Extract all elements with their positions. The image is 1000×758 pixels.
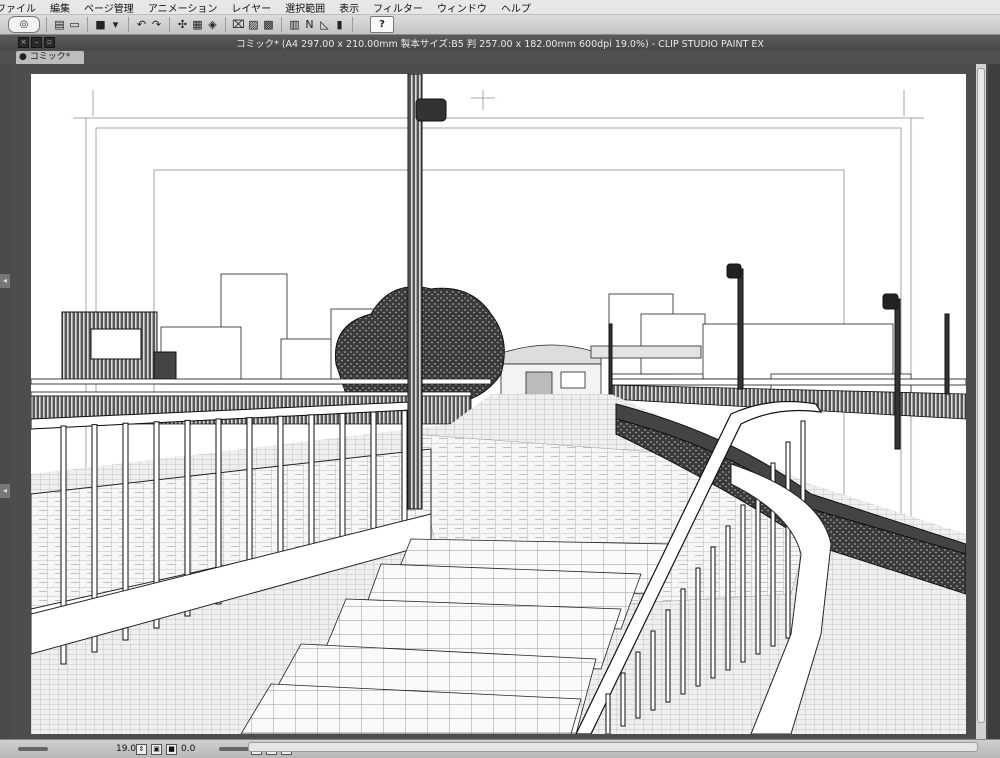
clear-icon[interactable]: ▨ — [247, 17, 260, 32]
menu-item[interactable]: アニメーション — [141, 0, 225, 15]
railing-post — [339, 412, 346, 557]
toolbar-separator — [169, 17, 170, 32]
snap-special-ruler-icon[interactable]: ▮ — [333, 17, 346, 32]
railing-post — [665, 609, 671, 703]
railing-post — [605, 693, 611, 734]
fit-icon[interactable]: ▣ — [151, 743, 162, 755]
redo-icon[interactable]: ↷ — [150, 17, 163, 32]
menu-item[interactable]: レイヤー — [224, 0, 278, 15]
window-titlebar: コミック* (A4 297.00 x 210.00mm 製本サイズ:B5 判 2… — [0, 35, 1000, 50]
rotation-value[interactable]: 0.0 — [181, 744, 199, 754]
fill-icon[interactable]: ▩ — [262, 17, 275, 32]
snap-guide-icon[interactable]: ◺ — [318, 17, 331, 32]
clip-studio-logo-icon[interactable]: ◎ — [8, 16, 40, 33]
toolbar-separator — [46, 17, 47, 32]
document-tab-bar: ● コミック* — [0, 50, 1000, 64]
railing-post — [755, 483, 761, 655]
railing-post — [650, 630, 656, 711]
menu-item[interactable]: ページ管理 — [77, 0, 141, 15]
layer-icon[interactable]: ▥ — [288, 17, 301, 32]
toolbar-separator — [281, 17, 282, 32]
tab-comic[interactable]: ● コミック* — [16, 51, 84, 64]
railing-post — [680, 588, 686, 695]
railing-post — [725, 525, 731, 671]
menu-item[interactable]: ヘルプ — [494, 0, 538, 15]
rotation-slider[interactable] — [219, 747, 249, 751]
artwork-illustration — [31, 74, 966, 734]
snap-ruler-icon[interactable]: N — [303, 17, 316, 32]
left-panel-edge: ◂ ◂ — [0, 64, 10, 739]
right-panel-edge — [988, 64, 1000, 739]
toolbar-separator — [352, 17, 353, 32]
window-title: コミック* (A4 297.00 x 210.00mm 製本サイズ:B5 判 2… — [236, 38, 764, 50]
help-button[interactable]: ? — [370, 16, 394, 33]
vertical-scroll-thumb[interactable] — [977, 68, 985, 723]
zoom-slider[interactable] — [18, 747, 48, 751]
railing-post — [620, 672, 626, 727]
railing-post — [401, 410, 408, 533]
railing-post — [370, 411, 377, 545]
menu-item[interactable]: ウィンドウ — [430, 0, 494, 15]
vertical-scrollbar[interactable] — [976, 64, 986, 739]
actual-size-icon[interactable]: ■ — [166, 743, 177, 755]
save-icon[interactable]: ■ — [94, 17, 107, 32]
deselect-icon[interactable]: ⌧ — [232, 17, 245, 32]
railing-post — [635, 651, 641, 719]
menu-bar: ファイル 編集 ページ管理 アニメーション レイヤー 選択範囲 表示 フィルター ウィンドウ ヘル… — [0, 0, 1000, 15]
railing-post — [710, 546, 716, 679]
open-folder-icon[interactable]: ▭ — [68, 17, 81, 32]
menu-item[interactable]: 表示 — [332, 0, 366, 15]
selection-launcher-icon[interactable]: ✣ — [176, 17, 189, 32]
fill-bucket-icon[interactable]: ◈ — [206, 17, 219, 32]
toolbar-separator — [225, 17, 226, 32]
save-dropdown-icon[interactable]: ▾ — [109, 17, 122, 32]
command-bar: ◎ ▤ ▭ ■ ▾ ↶ ↷ ✣ ▦ ◈ ⌧ ▨ ▩ ▥ N ◺ ▮? — [0, 15, 1000, 35]
railing-post — [740, 504, 746, 663]
menu-item[interactable]: フィルター — [366, 0, 430, 15]
manga-page-canvas[interactable] — [31, 74, 966, 734]
menu-item[interactable]: 選択範囲 — [278, 0, 332, 15]
railing-post — [785, 441, 791, 639]
horizontal-scrollbar[interactable] — [248, 742, 978, 752]
panel-collapse-handle-icon[interactable]: ◂ — [0, 484, 10, 498]
zoom-stepper-icon[interactable]: ⇕ — [136, 743, 147, 755]
menu-item[interactable]: 編集 — [43, 0, 77, 15]
transform-icon[interactable]: ▦ — [191, 17, 204, 32]
railing-post — [695, 567, 701, 687]
panel-collapse-handle-icon[interactable]: ◂ — [0, 274, 10, 288]
toolbar-separator — [128, 17, 129, 32]
menu-item[interactable]: ファイル — [0, 0, 43, 15]
zoom-value[interactable]: 19.0 — [116, 744, 136, 754]
toolbar-separator — [87, 17, 88, 32]
undo-icon[interactable]: ↶ — [135, 17, 148, 32]
new-file-icon[interactable]: ▤ — [53, 17, 66, 32]
